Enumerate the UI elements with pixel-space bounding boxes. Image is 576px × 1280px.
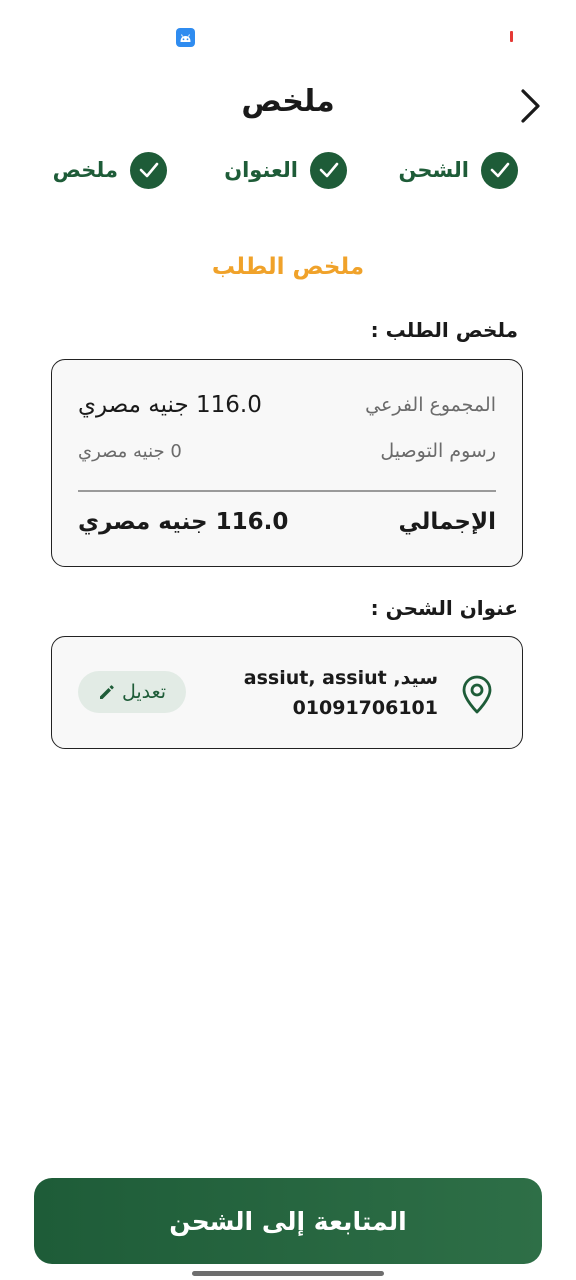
order-summary-label: ملخص الطلب : bbox=[370, 318, 518, 342]
order-summary-card: 116.0 جنيه مصري المجموع الفرعي 0 جنيه مص… bbox=[51, 359, 523, 567]
check-icon bbox=[130, 151, 167, 189]
page-title: ملخص bbox=[241, 84, 335, 119]
order-summary-heading: ملخص الطلب bbox=[211, 254, 365, 280]
delivery-row: 0 جنيه مصري رسوم التوصيل bbox=[78, 440, 496, 462]
edit-label: تعديل bbox=[121, 681, 167, 703]
step-label: ملخص bbox=[52, 158, 118, 182]
chevron-right-icon bbox=[521, 89, 540, 123]
subtotal-value: 116.0 جنيه مصري bbox=[78, 392, 262, 418]
check-icon bbox=[481, 151, 518, 189]
battery-icon bbox=[510, 31, 513, 42]
total-label: الإجمالي bbox=[398, 509, 496, 535]
step-shipping: الشحن bbox=[398, 150, 518, 190]
delivery-value: 0 جنيه مصري bbox=[78, 440, 182, 462]
address-line: سيد, assiut, assiut bbox=[243, 667, 438, 689]
shipping-address-card: سيد, assiut, assiut 01091706101 تعديل bbox=[51, 636, 523, 749]
delivery-label: رسوم التوصيل bbox=[380, 440, 496, 462]
step-label: العنوان bbox=[224, 158, 298, 182]
home-indicator[interactable] bbox=[192, 1271, 384, 1276]
pencil-icon bbox=[99, 685, 114, 699]
check-icon bbox=[310, 151, 347, 189]
location-pin-icon bbox=[462, 675, 492, 714]
step-address: العنوان bbox=[224, 150, 347, 190]
edit-address-button[interactable]: تعديل bbox=[78, 671, 186, 713]
total-value: 116.0 جنيه مصري bbox=[78, 509, 289, 535]
step-label: الشحن bbox=[398, 158, 470, 182]
continue-to-shipping-button[interactable]: المتابعة إلى الشحن bbox=[34, 1178, 542, 1264]
total-row: 116.0 جنيه مصري الإجمالي bbox=[78, 509, 496, 535]
subtotal-row: 116.0 جنيه مصري المجموع الفرعي bbox=[78, 392, 496, 418]
status-app-icon bbox=[176, 28, 195, 47]
address-text: سيد, assiut, assiut 01091706101 bbox=[244, 663, 438, 723]
back-button[interactable] bbox=[510, 86, 550, 126]
continue-label: المتابعة إلى الشحن bbox=[169, 1206, 407, 1236]
shipping-address-label: عنوان الشحن : bbox=[370, 596, 518, 620]
step-summary: ملخص bbox=[53, 150, 167, 190]
address-phone: 01091706101 bbox=[292, 697, 438, 719]
divider bbox=[78, 490, 496, 492]
subtotal-label: المجموع الفرعي bbox=[365, 394, 496, 416]
